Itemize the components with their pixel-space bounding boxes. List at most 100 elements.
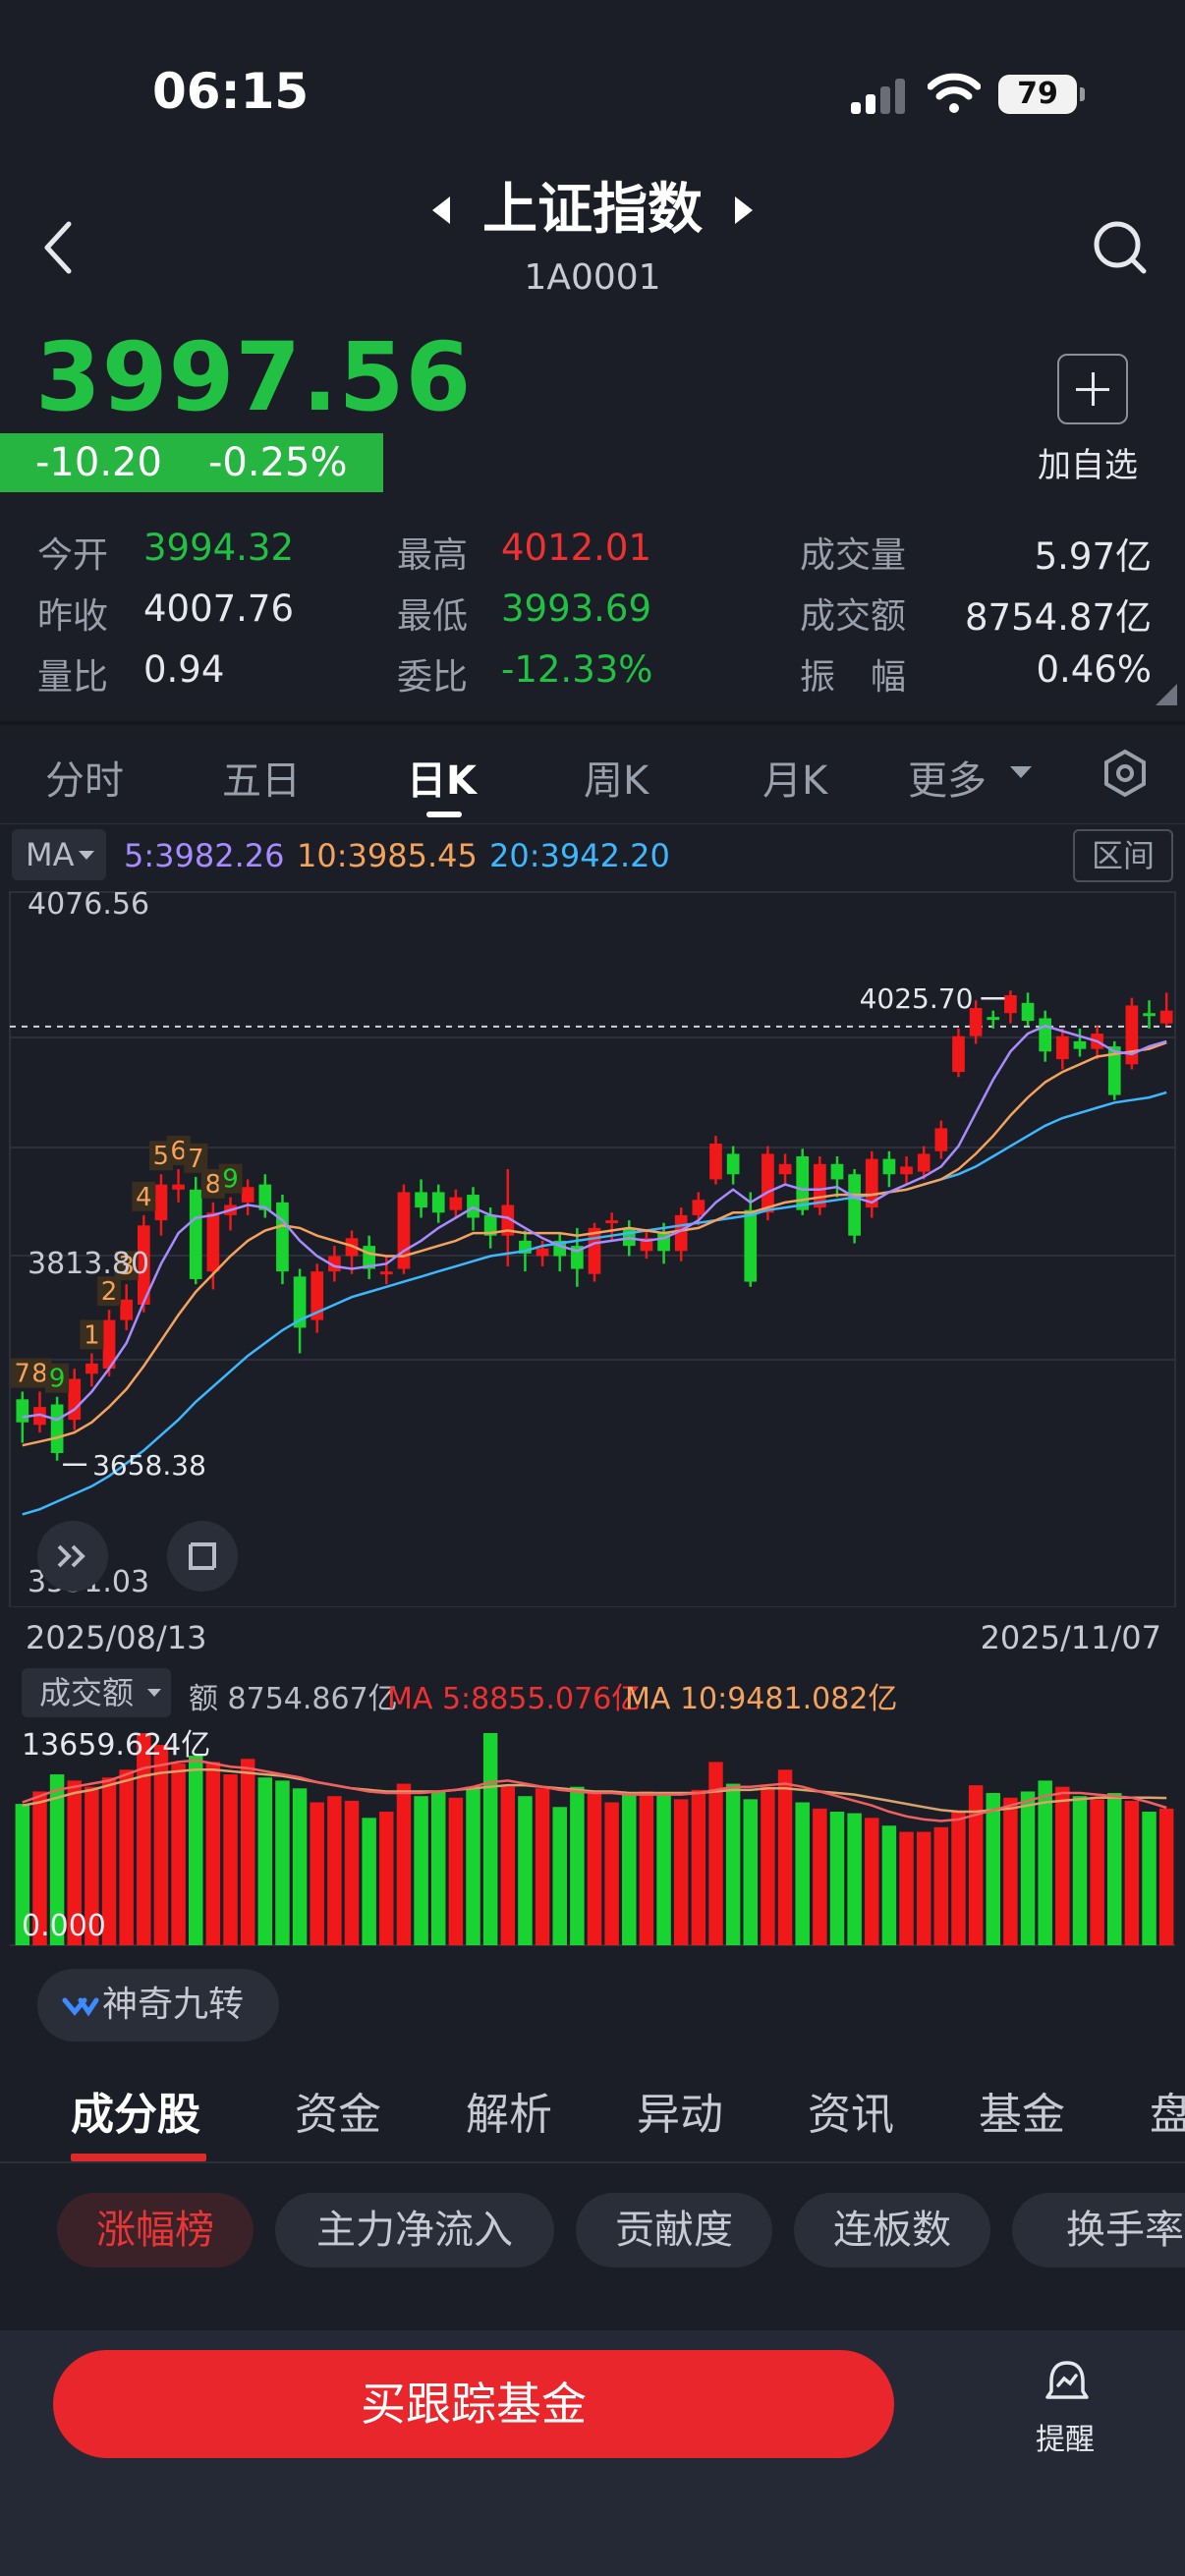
volume-bar bbox=[673, 1799, 689, 1945]
wifi-icon bbox=[928, 73, 981, 113]
tab-overflow[interactable]: 盘 bbox=[1150, 2079, 1185, 2142]
add-watchlist-button[interactable] bbox=[1057, 354, 1128, 424]
back-arrow-icon[interactable] bbox=[39, 218, 75, 277]
tab-analysis[interactable]: 解析 bbox=[466, 2079, 552, 2142]
volume-bar bbox=[1003, 1797, 1018, 1945]
prev-index-icon[interactable] bbox=[432, 196, 450, 224]
volume-bar bbox=[881, 1825, 897, 1945]
volume-bar bbox=[240, 1759, 255, 1945]
candle-body bbox=[172, 1184, 185, 1190]
tab-daily-k[interactable]: 日K bbox=[407, 749, 477, 806]
tab-intraday[interactable]: 分时 bbox=[45, 749, 124, 806]
settings-hexagon-icon[interactable] bbox=[1100, 749, 1150, 798]
search-icon[interactable] bbox=[1091, 218, 1150, 277]
double-chevron-icon bbox=[62, 1997, 99, 2017]
battery-icon: 79 bbox=[998, 75, 1085, 114]
pill-gainers[interactable]: 涨幅榜 bbox=[57, 2193, 254, 2268]
volume-bar bbox=[396, 1783, 412, 1945]
volume-bar bbox=[951, 1812, 966, 1945]
ma10-value: 10:3985.45 bbox=[297, 837, 478, 874]
fullscreen-icon[interactable] bbox=[167, 1521, 238, 1592]
candle-body bbox=[778, 1163, 792, 1175]
volume-max-label: 13659.624亿 bbox=[22, 1728, 210, 1763]
stat-label: 委比 bbox=[397, 657, 469, 698]
tab-movements[interactable]: 异动 bbox=[637, 2079, 723, 2142]
stat-value: 5.97亿 bbox=[1034, 535, 1152, 578]
chevron-down-icon[interactable] bbox=[1010, 766, 1032, 778]
tab-five-day[interactable]: 五日 bbox=[222, 749, 301, 806]
candle-body bbox=[1143, 1013, 1156, 1017]
ma20-value: 20:3942.20 bbox=[489, 837, 670, 874]
x-start-date: 2025/08/13 bbox=[26, 1619, 207, 1656]
volume-bar bbox=[743, 1799, 759, 1945]
volume-bar bbox=[500, 1786, 516, 1945]
stat-label: 昨收 bbox=[37, 596, 109, 637]
volume-bar bbox=[1055, 1786, 1070, 1945]
x-end-date: 2025/11/07 bbox=[980, 1619, 1161, 1656]
candle-body bbox=[987, 1017, 1000, 1021]
tab-monthly-k[interactable]: 月K bbox=[762, 749, 827, 806]
range-button[interactable]: 区间 bbox=[1073, 829, 1173, 882]
tab-funds-flow[interactable]: 资金 bbox=[295, 2079, 381, 2142]
candle-body bbox=[1004, 995, 1017, 1014]
volume-bar bbox=[986, 1793, 1000, 1945]
y-tick-label: 4076.56 bbox=[28, 890, 149, 922]
candle-body bbox=[1039, 1018, 1052, 1052]
volume-indicator-selector[interactable]: 成交额 bbox=[22, 1668, 171, 1717]
volume-bar bbox=[1107, 1793, 1122, 1945]
page-title: 上证指数 bbox=[482, 178, 703, 242]
candle-body bbox=[848, 1174, 861, 1236]
tab-fund[interactable]: 基金 bbox=[979, 2079, 1065, 2142]
stat-value: 8754.87亿 bbox=[964, 596, 1152, 639]
volume-bar bbox=[205, 1762, 221, 1945]
candle-body bbox=[154, 1184, 168, 1221]
add-watchlist-label[interactable]: 加自选 bbox=[1038, 438, 1138, 486]
title-switcher[interactable]: 上证指数 bbox=[423, 175, 762, 246]
pill-turnover[interactable]: 换手率 bbox=[1012, 2193, 1185, 2268]
candle-body bbox=[1159, 1010, 1173, 1024]
volume-bar bbox=[310, 1802, 324, 1945]
pill-consecutive-limit[interactable]: 连板数 bbox=[794, 2193, 990, 2268]
tab-more[interactable]: 更多 bbox=[908, 749, 987, 806]
stat-value: 4007.76 bbox=[143, 588, 295, 630]
volume-bar bbox=[257, 1777, 273, 1945]
volume-bar bbox=[813, 1808, 827, 1945]
volume-bar bbox=[761, 1786, 775, 1945]
stat-label: 成交量 bbox=[800, 535, 907, 576]
expand-chevrons-icon[interactable] bbox=[37, 1521, 108, 1592]
tab-news[interactable]: 资讯 bbox=[808, 2079, 894, 2142]
alert-bell-icon[interactable] bbox=[1042, 2358, 1093, 2407]
remind-label[interactable]: 提醒 bbox=[1036, 2415, 1095, 2458]
stat-value: 0.94 bbox=[143, 648, 225, 691]
buy-tracking-fund-button[interactable]: 买跟踪基金 bbox=[53, 2350, 894, 2458]
nine-turn-marker: 2 bbox=[101, 1277, 118, 1307]
candlestick-chart[interactable]: 7891234567894076.563813.803551.034025.70… bbox=[0, 890, 1185, 1607]
period-tabs: 分时 五日 日K 周K 月K 更多 bbox=[0, 725, 1185, 823]
stat-label: 今开 bbox=[37, 535, 109, 576]
subtab-indicator bbox=[71, 2154, 206, 2161]
volume-bar bbox=[865, 1818, 879, 1945]
candle-body bbox=[1055, 1036, 1069, 1060]
ma-selector[interactable]: MA bbox=[12, 829, 106, 880]
volume-bar bbox=[292, 1788, 308, 1945]
volume-bar bbox=[587, 1793, 602, 1945]
expand-corner-icon[interactable] bbox=[1156, 684, 1177, 705]
next-index-icon[interactable] bbox=[735, 196, 753, 224]
stat-value: 0.46% bbox=[1036, 648, 1152, 691]
high-annotation: 4025.70 bbox=[860, 982, 974, 1015]
volume-bar bbox=[344, 1800, 360, 1945]
candle-body bbox=[830, 1163, 844, 1180]
volume-bar bbox=[899, 1831, 914, 1945]
volume-bar bbox=[847, 1813, 862, 1945]
volume-bar bbox=[656, 1794, 671, 1945]
nine-turn-marker: 9 bbox=[49, 1365, 66, 1394]
pill-main-inflow[interactable]: 主力净流入 bbox=[275, 2193, 554, 2268]
tab-weekly-k[interactable]: 周K bbox=[584, 749, 649, 806]
tab-constituents[interactable]: 成分股 bbox=[71, 2079, 200, 2142]
status-time: 06:15 bbox=[152, 63, 310, 120]
volume-bar bbox=[1020, 1791, 1036, 1945]
candle-body bbox=[276, 1202, 289, 1272]
pill-contribution[interactable]: 贡献度 bbox=[576, 2193, 772, 2268]
ma5-value: 5:3982.26 bbox=[124, 837, 285, 874]
candle-body bbox=[68, 1378, 82, 1421]
